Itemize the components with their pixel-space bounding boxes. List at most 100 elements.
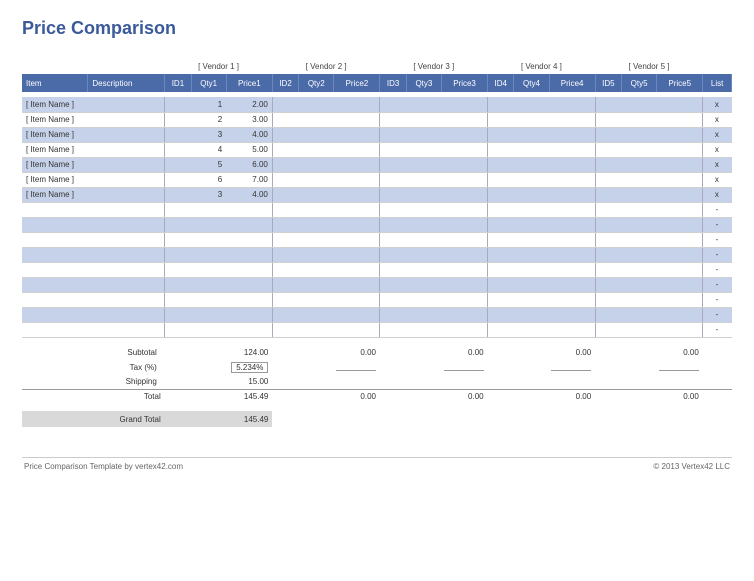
cell-price bbox=[657, 157, 703, 172]
cell-list: - bbox=[703, 292, 732, 307]
cell-qty bbox=[299, 142, 334, 157]
cell-price bbox=[334, 247, 380, 262]
cell-price bbox=[441, 202, 487, 217]
cell-list: x bbox=[703, 172, 732, 187]
cell-description bbox=[88, 322, 165, 337]
cell-qty bbox=[299, 277, 334, 292]
table-row[interactable]: - bbox=[22, 307, 732, 322]
cell-price bbox=[334, 112, 380, 127]
table-row[interactable]: - bbox=[22, 322, 732, 337]
col-price: Price1 bbox=[226, 74, 272, 92]
tax-input[interactable] bbox=[444, 361, 484, 371]
footer-left: Price Comparison Template by vertex42.co… bbox=[24, 462, 183, 471]
shipping-value bbox=[657, 375, 703, 389]
cell-price bbox=[441, 172, 487, 187]
subtotal-value: 0.00 bbox=[441, 345, 487, 359]
cell-price bbox=[441, 247, 487, 262]
cell-id bbox=[165, 262, 191, 277]
cell-price bbox=[334, 232, 380, 247]
cell-qty bbox=[299, 172, 334, 187]
table-row[interactable]: [ Item Name ]34.00x bbox=[22, 187, 732, 202]
col-item: Item bbox=[22, 74, 88, 92]
table-row[interactable]: - bbox=[22, 202, 732, 217]
cell-item: [ Item Name ] bbox=[22, 112, 88, 127]
total-row: Total145.490.000.000.000.00 bbox=[22, 389, 732, 403]
cell-id bbox=[595, 187, 621, 202]
table-row[interactable]: [ Item Name ]34.00x bbox=[22, 127, 732, 142]
cell-id bbox=[272, 307, 298, 322]
subtotal-value: 0.00 bbox=[657, 345, 703, 359]
cell-id bbox=[165, 202, 191, 217]
cell-qty bbox=[191, 322, 226, 337]
table-row[interactable]: - bbox=[22, 247, 732, 262]
cell-price bbox=[334, 127, 380, 142]
cell-qty bbox=[406, 142, 441, 157]
table-row[interactable]: - bbox=[22, 277, 732, 292]
cell-price bbox=[657, 262, 703, 277]
cell-id bbox=[165, 187, 191, 202]
cell-item bbox=[22, 277, 88, 292]
cell-qty bbox=[514, 187, 549, 202]
tax-input[interactable] bbox=[336, 361, 376, 371]
cell-id bbox=[165, 157, 191, 172]
cell-description bbox=[88, 217, 165, 232]
shipping-label: Shipping bbox=[22, 375, 165, 389]
cell-qty: 2 bbox=[191, 112, 226, 127]
cell-price bbox=[334, 217, 380, 232]
table-row[interactable]: - bbox=[22, 262, 732, 277]
table-row[interactable]: [ Item Name ]45.00x bbox=[22, 142, 732, 157]
cell-qty bbox=[299, 322, 334, 337]
cell-price bbox=[334, 322, 380, 337]
tax-input[interactable]: 5.234% bbox=[231, 362, 268, 373]
total-value: 0.00 bbox=[657, 389, 703, 403]
cell-price bbox=[334, 277, 380, 292]
table-row[interactable]: - bbox=[22, 232, 732, 247]
cell-qty bbox=[622, 142, 657, 157]
table-row[interactable]: - bbox=[22, 292, 732, 307]
table-row[interactable]: [ Item Name ]23.00x bbox=[22, 112, 732, 127]
cell-id bbox=[380, 262, 406, 277]
cell-qty bbox=[299, 217, 334, 232]
cell-price bbox=[226, 307, 272, 322]
cell-price bbox=[226, 262, 272, 277]
tax-input[interactable] bbox=[659, 361, 699, 371]
cell-qty bbox=[406, 247, 441, 262]
cell-id bbox=[488, 202, 514, 217]
cell-price bbox=[549, 187, 595, 202]
cell-id bbox=[165, 97, 191, 112]
cell-id bbox=[380, 97, 406, 112]
cell-id bbox=[595, 112, 621, 127]
cell-id bbox=[165, 322, 191, 337]
cell-price bbox=[226, 277, 272, 292]
cell-id bbox=[165, 307, 191, 322]
cell-qty bbox=[622, 112, 657, 127]
table-row[interactable]: [ Item Name ]12.00x bbox=[22, 97, 732, 112]
footer-right: © 2013 Vertex42 LLC bbox=[653, 462, 730, 471]
col-qty: Qty5 bbox=[622, 74, 657, 92]
col-price: Price3 bbox=[441, 74, 487, 92]
vendor-label: [ Vendor 2 ] bbox=[272, 59, 380, 74]
cell-qty bbox=[406, 127, 441, 142]
cell-price: 3.00 bbox=[226, 112, 272, 127]
cell-id bbox=[165, 172, 191, 187]
shipping-value bbox=[549, 375, 595, 389]
cell-qty bbox=[622, 307, 657, 322]
cell-description bbox=[88, 307, 165, 322]
cell-id bbox=[488, 142, 514, 157]
cell-description bbox=[88, 172, 165, 187]
table-row[interactable]: [ Item Name ]67.00x bbox=[22, 172, 732, 187]
cell-qty bbox=[406, 172, 441, 187]
col-id: ID4 bbox=[488, 74, 514, 92]
cell-id bbox=[272, 142, 298, 157]
cell-qty bbox=[622, 232, 657, 247]
table-row[interactable]: - bbox=[22, 217, 732, 232]
cell-price bbox=[549, 277, 595, 292]
cell-id bbox=[272, 232, 298, 247]
cell-price bbox=[226, 322, 272, 337]
cell-price bbox=[441, 157, 487, 172]
cell-qty bbox=[514, 112, 549, 127]
tax-input[interactable] bbox=[551, 361, 591, 371]
cell-id bbox=[380, 322, 406, 337]
cell-price bbox=[549, 157, 595, 172]
table-row[interactable]: [ Item Name ]56.00x bbox=[22, 157, 732, 172]
